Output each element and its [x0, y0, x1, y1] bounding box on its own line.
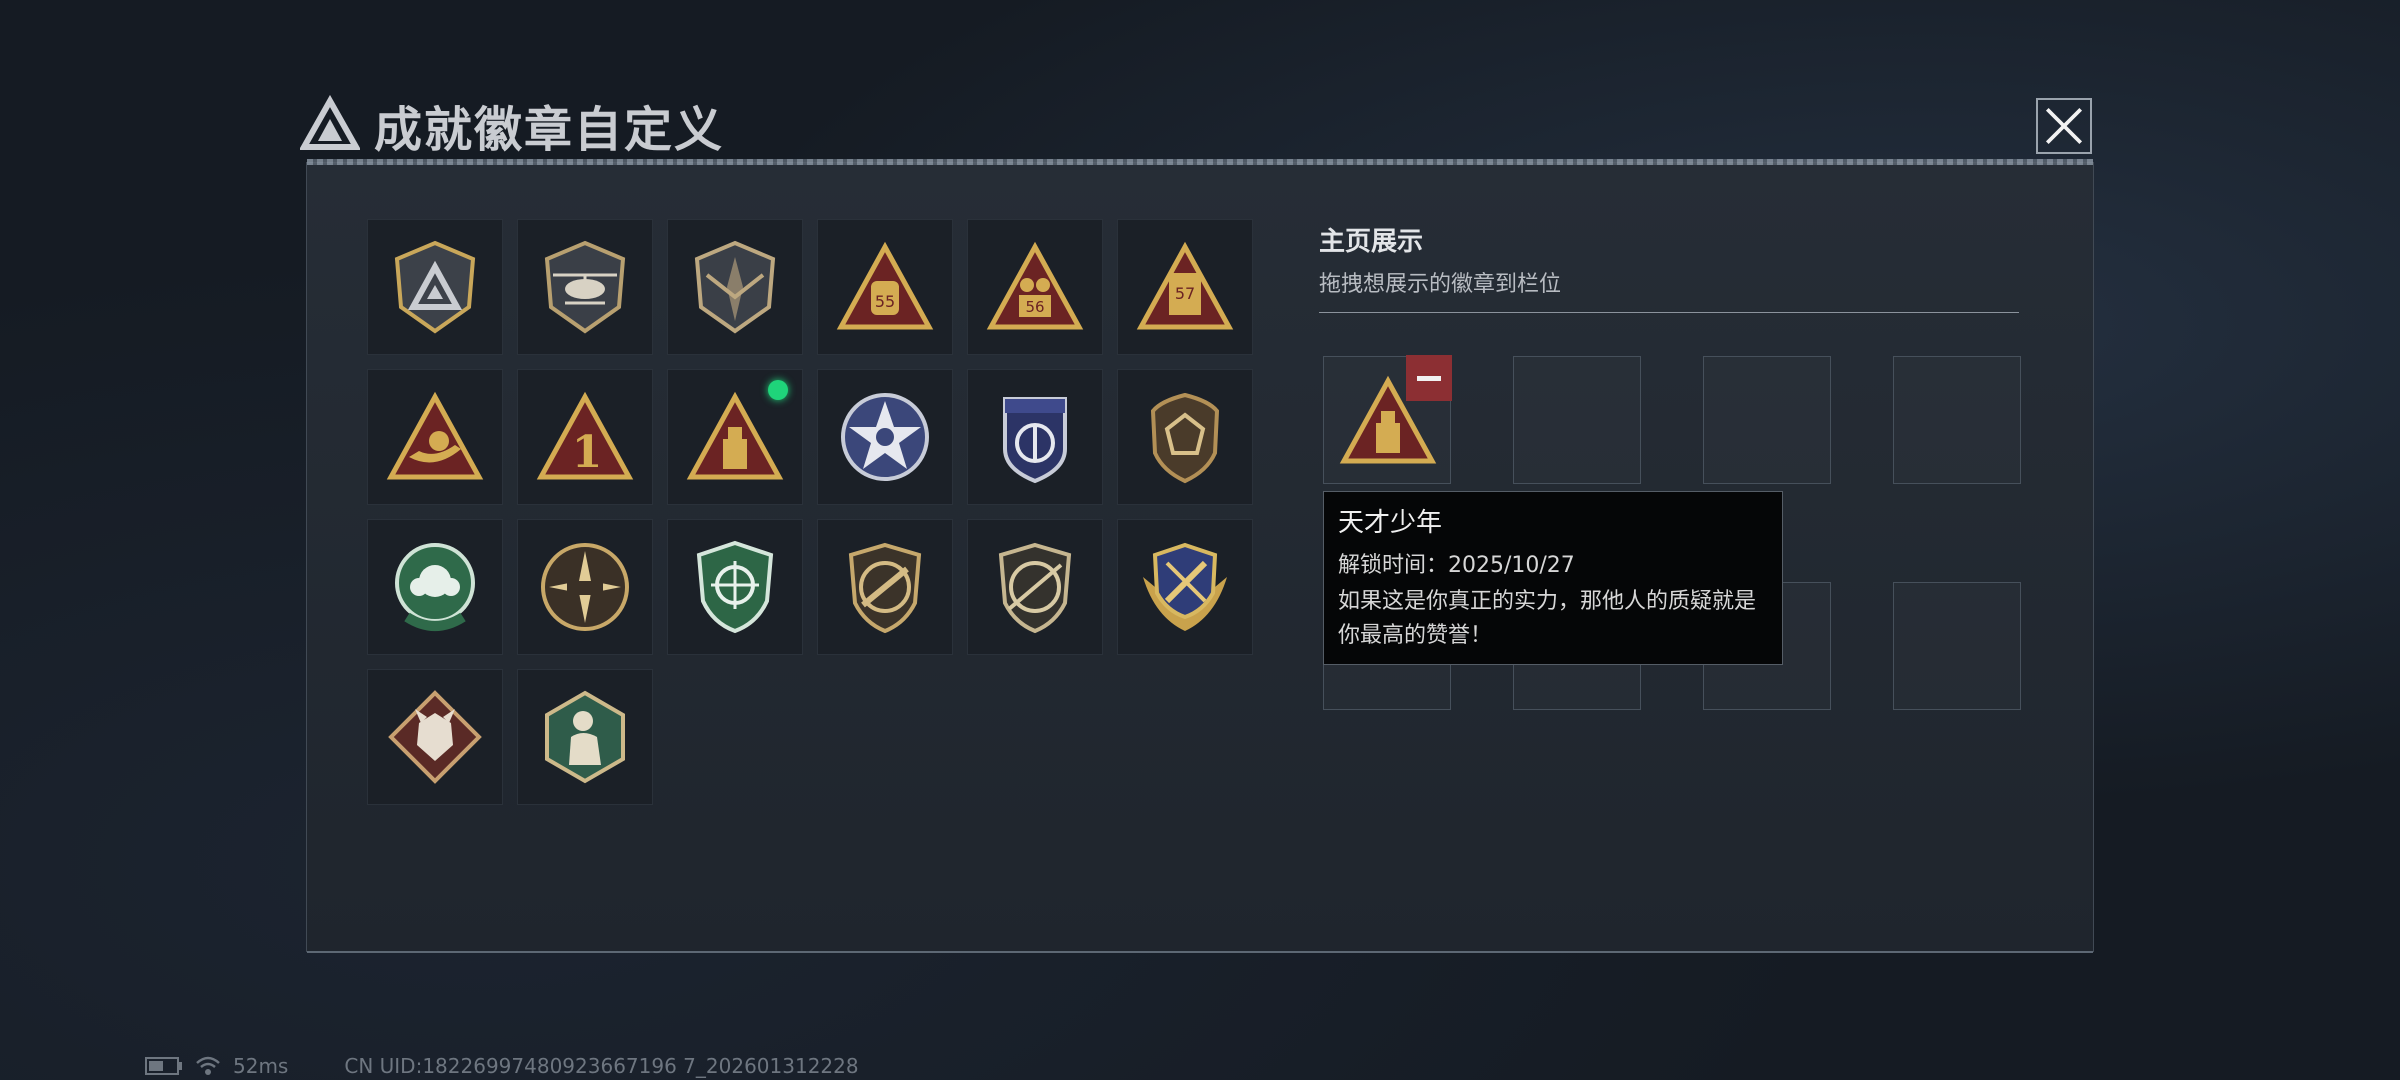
badge-dialog: 55 56 57 1 主页展示 拖拽想展示的徽章到栏位 — [306, 159, 2094, 953]
bronze-shield-badge-icon — [1150, 392, 1220, 484]
wifi-icon — [196, 1056, 220, 1075]
badge-slot[interactable] — [367, 219, 503, 355]
badge-slot[interactable] — [667, 519, 803, 655]
badge-slot[interactable]: 1 — [517, 369, 653, 505]
helicopter-shield-badge-icon — [544, 240, 626, 334]
triangle-number-one-badge-icon: 1 — [536, 391, 634, 480]
badge-slot[interactable] — [967, 519, 1103, 655]
badge-slot[interactable]: 56 — [967, 219, 1103, 355]
triangle-56-badge-icon: 56 — [986, 241, 1084, 330]
wolf-diamond-badge-icon — [388, 690, 482, 784]
triangle-57-badge-icon: 57 — [1136, 241, 1234, 330]
battery-icon — [145, 1057, 182, 1075]
page-title: 成就徽章自定义 — [374, 102, 725, 158]
badge-slot[interactable] — [517, 669, 653, 805]
uid-readout: CN UID:18226997480923667196 7_2026013122… — [344, 1054, 859, 1078]
badge-slot[interactable] — [517, 219, 653, 355]
rifle-shield-badge-icon — [848, 542, 922, 634]
triangle-logo-icon — [300, 95, 360, 150]
showcase-title: 主页展示 — [1319, 227, 1424, 257]
triangle-usb-badge-icon — [686, 391, 784, 480]
hexagon-soldier-badge-icon — [545, 690, 625, 784]
panel-bottom-border — [307, 951, 2093, 953]
new-badge-indicator — [768, 380, 788, 400]
gold-winged-shield-badge-icon — [1143, 542, 1227, 631]
badge-slot[interactable] — [1117, 519, 1253, 655]
close-icon — [2045, 107, 2083, 145]
badge-slot[interactable]: 55 — [817, 219, 953, 355]
badge-slot[interactable] — [667, 219, 803, 355]
triangle-55-badge-icon: 55 — [836, 241, 934, 330]
showcase-slot-8[interactable] — [1893, 582, 2021, 710]
green-round-badge-icon — [395, 543, 475, 631]
badge-slot[interactable] — [667, 369, 803, 505]
tooltip-title: 天才少年 — [1338, 508, 1443, 538]
header: 成就徽章自定义 — [300, 90, 724, 160]
tooltip-unlock-time: 解锁时间：2025/10/27 — [1338, 553, 1575, 578]
badge-slot[interactable] — [367, 369, 503, 505]
tooltip-description: 如果这是你真正的实力，那他人的质疑就是你最高的赞誉！ — [1338, 589, 1757, 648]
svg-text:56: 56 — [1025, 298, 1044, 316]
status-bar: 52ms CN UID:18226997480923667196 7_20260… — [145, 1054, 859, 1078]
badge-slot[interactable] — [817, 519, 953, 655]
close-button[interactable] — [2036, 98, 2092, 154]
badge-slot[interactable] — [517, 519, 653, 655]
showcase-subtitle: 拖拽想展示的徽章到栏位 — [1319, 272, 1562, 297]
navy-shield-badge-icon — [1003, 397, 1067, 484]
svg-text:1: 1 — [572, 427, 603, 478]
latency-readout: 52ms — [233, 1054, 289, 1078]
showcase-slot-4[interactable] — [1893, 356, 2021, 484]
showcase-slot-3[interactable] — [1703, 356, 1831, 484]
showcase-slot-1[interactable] — [1323, 355, 1452, 484]
shield-triangle-badge-icon — [394, 240, 476, 334]
green-crosshair-shield-badge-icon — [696, 540, 774, 634]
badge-grid: 55 56 57 1 — [367, 219, 1253, 805]
badge-tooltip: 天才少年 解锁时间：2025/10/27 如果这是你真正的实力，那他人的质疑就是… — [1323, 491, 1783, 665]
badge-slot[interactable] — [817, 369, 953, 505]
badge-slot[interactable] — [967, 369, 1103, 505]
tank-round-badge-icon — [541, 543, 629, 631]
minus-icon — [1417, 375, 1441, 381]
showcase-section: 主页展示 拖拽想展示的徽章到栏位 — [1319, 221, 2019, 313]
badge-slot[interactable]: 57 — [1117, 219, 1253, 355]
dagger-shield-badge-icon — [694, 240, 776, 334]
star-round-badge-icon — [841, 393, 929, 481]
badge-slot[interactable] — [367, 669, 503, 805]
svg-text:57: 57 — [1175, 284, 1195, 303]
badge-slot[interactable] — [367, 519, 503, 655]
svg-text:55: 55 — [875, 292, 895, 311]
sniper-shield-badge-icon — [998, 542, 1072, 634]
remove-badge-button[interactable] — [1406, 355, 1452, 401]
triangle-hand-badge-icon — [386, 391, 484, 480]
showcase-slot-2[interactable] — [1513, 356, 1641, 484]
panel-top-border — [307, 159, 2093, 165]
badge-slot[interactable] — [1117, 369, 1253, 505]
divider — [1319, 312, 2019, 313]
